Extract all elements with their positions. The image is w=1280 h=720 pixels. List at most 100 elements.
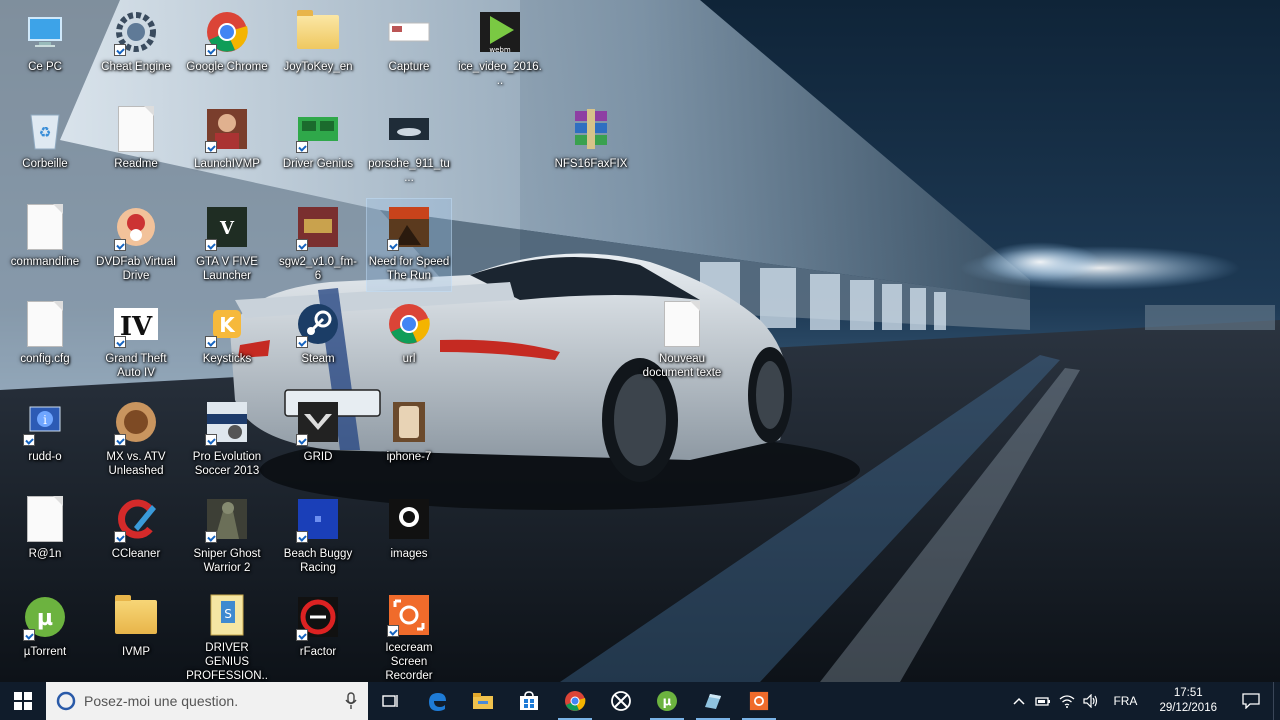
system-tray: FRA 17:51 29/12/2016 — [1007, 682, 1280, 720]
desktop-icon-porsche-911[interactable]: porsche_911_tu... — [367, 101, 451, 193]
desktop-icon-label: NFS16FaxFIX — [554, 158, 628, 170]
desktop-icon-beach-buggy-racing[interactable]: Beach Buggy Racing — [276, 491, 360, 583]
desktop-icon-sgw2[interactable]: sgw2_v1.0_fm-6 — [276, 199, 360, 291]
chrome-icon — [203, 8, 251, 56]
cortana-search-box[interactable]: Posez-moi une question. — [46, 682, 368, 720]
desktop-icon-utorrent[interactable]: µ µTorrent — [3, 589, 87, 681]
chrome-icon — [565, 691, 586, 711]
desktop-icon-nouveau-document-texte[interactable]: Nouveau document texte — [640, 296, 724, 388]
tray-power[interactable] — [1031, 682, 1055, 720]
desktop-icon-label: GTA V FIVE Launcher — [196, 256, 258, 282]
desktop-icon-images[interactable]: images — [367, 491, 451, 583]
input-language-indicator[interactable]: FRA — [1103, 694, 1147, 708]
ccleaner-icon — [112, 495, 160, 543]
gta-v-icon: V — [203, 203, 251, 251]
desktop-icon-label: commandline — [10, 256, 80, 268]
desktop-icon-label: url — [402, 353, 416, 365]
start-button[interactable] — [0, 682, 46, 720]
desktop-icon-grid[interactable]: GRID — [276, 394, 360, 486]
desktop-icon-label: Google Chrome — [186, 61, 268, 73]
taskbar-icecream-recorder[interactable] — [736, 682, 782, 720]
show-hidden-icons-button[interactable] — [1007, 682, 1031, 720]
speaker-icon — [1083, 694, 1098, 708]
desktop-icon-pes-2013[interactable]: Pro Evolution Soccer 2013 — [185, 394, 269, 486]
desktop-icon-url[interactable]: url — [367, 296, 451, 388]
desktop-icon-ce-pc[interactable]: Ce PC — [3, 4, 87, 96]
xbox-icon — [611, 691, 631, 711]
show-desktop-button[interactable] — [1273, 682, 1280, 720]
desktop-icon-label: µTorrent — [23, 646, 67, 658]
svg-text:K: K — [219, 313, 236, 337]
taskbar-chrome[interactable] — [552, 682, 598, 720]
taskbar-store[interactable] — [506, 682, 552, 720]
taskbar-utorrent[interactable]: µ — [644, 682, 690, 720]
chevron-up-icon — [1013, 697, 1025, 705]
driver-genius-icon — [294, 105, 342, 153]
desktop-icon-rudd-o[interactable]: i rudd-o — [3, 394, 87, 486]
desktop-icon-gta-iv[interactable]: IV Grand Theft Auto IV — [94, 296, 178, 388]
store-icon — [520, 691, 538, 710]
icecream-recorder-icon — [749, 691, 769, 711]
desktop-icon-gta-v-launcher[interactable]: V GTA V FIVE Launcher — [185, 199, 269, 291]
gta-iv-icon: IV — [112, 300, 160, 348]
desktop-icon-sniper-ghost-warrior-2[interactable]: Sniper Ghost Warrior 2 — [185, 491, 269, 583]
action-center-button[interactable] — [1229, 682, 1273, 720]
taskbar-app[interactable] — [690, 682, 736, 720]
clock[interactable]: 17:51 29/12/2016 — [1147, 686, 1229, 716]
desktop-icon-icecream-screen-recorder[interactable]: Icecream Screen Recorder — [367, 589, 451, 682]
desktop-icon-joytokey[interactable]: JoyToKey_en — [276, 4, 360, 96]
desktop-icon-label: rFactor — [299, 646, 337, 658]
taskbar: Posez-moi une question. µ FRA 17:51 29/1… — [0, 682, 1280, 720]
desktop-icon-dvdfab[interactable]: DVDFab Virtual Drive — [94, 199, 178, 291]
cortana-icon — [56, 691, 76, 711]
desktop-icon-nfs16faxfix[interactable]: NFS16FaxFIX — [549, 101, 633, 193]
text-file-icon — [21, 495, 69, 543]
desktop-icon-label: GRID — [303, 451, 333, 463]
desktop-icon-ivmp[interactable]: IVMP — [94, 589, 178, 681]
desktop-icon-cheat-engine[interactable]: Cheat Engine — [94, 4, 178, 96]
desktop-icon-corbeille[interactable]: ♻ Corbeille — [3, 101, 87, 193]
archive-file-icon: S — [203, 593, 251, 637]
desktop-icon-label: LaunchIVMP — [194, 158, 260, 170]
desktop-icon-readme[interactable]: Readme — [94, 101, 178, 193]
tray-network[interactable] — [1055, 682, 1079, 720]
edge-icon — [429, 693, 446, 711]
svg-text:♻: ♻ — [39, 125, 52, 141]
desktop-icon-ccleaner[interactable]: CCleaner — [94, 491, 178, 583]
desktop-icon-need-for-speed-the-run[interactable]: Need for Speed The Run — [366, 198, 452, 292]
tray-volume[interactable] — [1079, 682, 1103, 720]
taskbar-xbox[interactable] — [598, 682, 644, 720]
desktop-icon-launchivmp[interactable]: LaunchIVMP — [185, 101, 269, 193]
desktop-icon-label: Cheat Engine — [101, 61, 171, 73]
desktop-icon-keysticks[interactable]: K Keysticks — [185, 296, 269, 388]
mx-atv-icon — [112, 398, 160, 446]
svg-text:µ: µ — [663, 695, 672, 709]
desktop-icon-iphone-7[interactable]: iphone-7 — [367, 394, 451, 486]
desktop-icon-driver-genius[interactable]: Driver Genius — [276, 101, 360, 193]
desktop-icon-commandline[interactable]: commandline — [3, 199, 87, 291]
desktop-icon-driver-genius-professional[interactable]: S DRIVER GENIUS PROFESSION... — [185, 589, 269, 696]
desktop-icon-rfactor[interactable]: rFactor — [276, 589, 360, 681]
desktop-icon-google-chrome[interactable]: Google Chrome — [185, 4, 269, 96]
desktop-icon-config-cfg[interactable]: config.cfg — [3, 296, 87, 388]
taskbar-file-explorer[interactable] — [460, 682, 506, 720]
desktop-icon-capture[interactable]: Capture — [367, 4, 451, 96]
beach-buggy-racing-icon — [294, 495, 342, 543]
desktop-icon-steam[interactable]: Steam — [276, 296, 360, 388]
desktop-icon-mx-vs-atv[interactable]: MX vs. ATV Unleashed — [94, 394, 178, 486]
sniper-ghost-warrior-icon — [203, 495, 251, 543]
windows-logo-icon — [14, 692, 32, 710]
desktop-icon-label: images — [390, 548, 428, 560]
desktop-icon-r-at-1n[interactable]: R@1n — [3, 491, 87, 583]
task-view-icon — [382, 695, 398, 707]
webm-video-icon: webm — [476, 8, 524, 56]
icecream-recorder-icon — [385, 593, 433, 637]
microphone-icon[interactable] — [344, 692, 358, 710]
desktop-icon-label: IVMP — [121, 646, 151, 658]
svg-text:V: V — [219, 218, 235, 239]
desktop-icon-label: Nouveau document texte — [642, 353, 722, 379]
text-file-icon — [21, 203, 69, 251]
desktop-icon-ice-video[interactable]: webm ice_video_2016... — [458, 4, 542, 96]
task-view-button[interactable] — [368, 682, 414, 720]
taskbar-edge[interactable] — [414, 682, 460, 720]
